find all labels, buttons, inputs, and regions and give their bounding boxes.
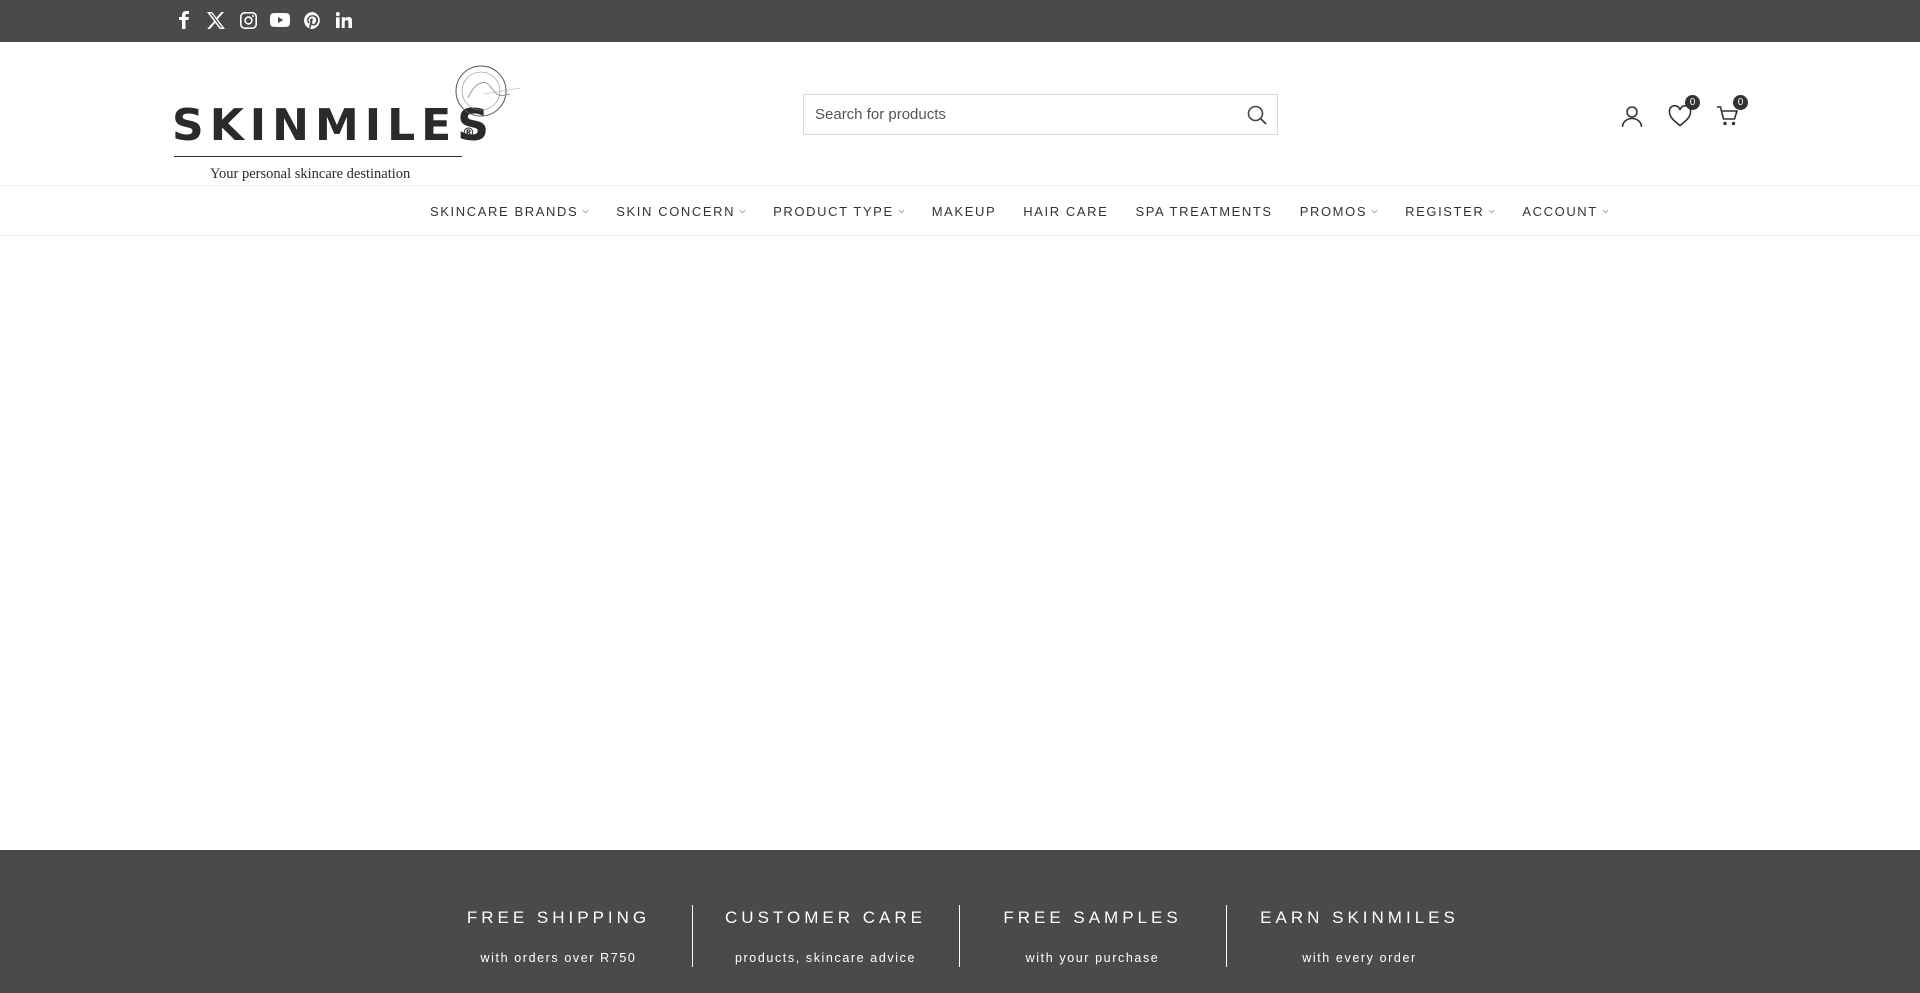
feature-subtitle: products, skincare advice	[734, 951, 917, 965]
x-icon[interactable]	[206, 10, 226, 30]
social-links	[174, 10, 366, 30]
main-navigation: SKINCARE BRANDS SKIN CONCERN PRODUCT TYP…	[0, 186, 1920, 236]
facebook-icon[interactable]	[174, 10, 194, 30]
nav-item-label: SPA TREATMENTS	[1135, 203, 1273, 219]
top-bar	[0, 0, 1920, 42]
nav-item-label: MAKEUP	[931, 203, 997, 219]
nav-item-skincare-brands[interactable]: SKINCARE BRANDS	[430, 204, 589, 219]
cart-count-badge: 0	[1733, 95, 1748, 110]
feature-title: FREE SAMPLES	[1003, 908, 1182, 927]
feature-free-shipping: FREE SHIPPING with orders over R750	[425, 850, 692, 993]
nav-item-spa-treatments[interactable]: SPA TREATMENTS	[1135, 204, 1272, 219]
nav-item-product-type[interactable]: PRODUCT TYPE	[773, 204, 905, 219]
feature-customer-care: CUSTOMER CARE products, skincare advice	[692, 850, 959, 993]
nav-item-label: REGISTER	[1405, 203, 1485, 219]
nav-item-label: PRODUCT TYPE	[773, 203, 894, 219]
feature-title: EARN SKINMILES	[1260, 908, 1459, 927]
logo-underline	[174, 156, 462, 157]
feature-subtitle: with every order	[1302, 951, 1417, 965]
chevron-down-icon	[1488, 209, 1495, 213]
nav-list: SKINCARE BRANDS SKIN CONCERN PRODUCT TYP…	[430, 186, 1636, 236]
search-icon[interactable]	[1246, 104, 1268, 126]
chevron-down-icon	[1371, 209, 1378, 213]
nav-item-label: SKINCARE BRANDS	[430, 203, 579, 219]
feature-title: FREE SHIPPING	[466, 908, 651, 927]
site-header: SKINMILES ® Your personal skincare desti…	[0, 42, 1920, 186]
wishlist-count-badge: 0	[1685, 95, 1700, 110]
nav-item-label: PROMOS	[1299, 203, 1368, 219]
nav-item-register[interactable]: REGISTER	[1405, 204, 1495, 219]
cart-button[interactable]: 0	[1714, 95, 1748, 130]
nav-item-label: ACCOUNT	[1522, 203, 1598, 219]
youtube-icon[interactable]	[270, 10, 290, 30]
feature-earn-skinmiles: EARN SKINMILES with every order	[1226, 850, 1493, 993]
logo-seal-icon	[455, 65, 521, 117]
search-box	[803, 94, 1278, 135]
feature-subtitle: with orders over R750	[480, 951, 637, 965]
nav-item-label: SKIN CONCERN	[616, 203, 736, 219]
logo-tagline: Your personal skincare destination	[210, 166, 411, 182]
logo-registered-mark: ®	[462, 126, 475, 141]
linkedin-icon[interactable]	[334, 10, 354, 30]
main-content	[0, 237, 1920, 850]
nav-item-skin-concern[interactable]: SKIN CONCERN	[616, 204, 746, 219]
wishlist-button[interactable]: 0	[1666, 95, 1700, 130]
nav-item-account[interactable]: ACCOUNT	[1522, 203, 1609, 219]
nav-item-label: HAIR CARE	[1023, 203, 1109, 219]
chevron-down-icon	[898, 209, 905, 213]
account-icon[interactable]	[1618, 102, 1646, 130]
nav-item-hair-care[interactable]: HAIR CARE	[1023, 204, 1108, 219]
nav-item-makeup[interactable]: MAKEUP	[932, 204, 997, 219]
pinterest-icon[interactable]	[302, 10, 322, 30]
chevron-down-icon	[739, 209, 746, 213]
feature-title: CUSTOMER CARE	[725, 908, 926, 927]
instagram-icon[interactable]	[238, 10, 258, 30]
logo-wordmark: SKINMILES	[172, 100, 495, 151]
chevron-down-icon	[582, 209, 589, 213]
search-input[interactable]	[804, 95, 1234, 134]
site-logo[interactable]: SKINMILES ® Your personal skincare desti…	[172, 64, 522, 182]
feature-subtitle: with your purchase	[1025, 951, 1160, 965]
chevron-down-icon	[1602, 209, 1609, 213]
nav-item-promos[interactable]: PROMOS	[1300, 204, 1378, 219]
header-actions: 0 0	[1618, 95, 1762, 130]
feature-free-samples: FREE SAMPLES with your purchase	[959, 850, 1226, 993]
features-band: FREE SHIPPING with orders over R750 CUST…	[0, 850, 1920, 993]
